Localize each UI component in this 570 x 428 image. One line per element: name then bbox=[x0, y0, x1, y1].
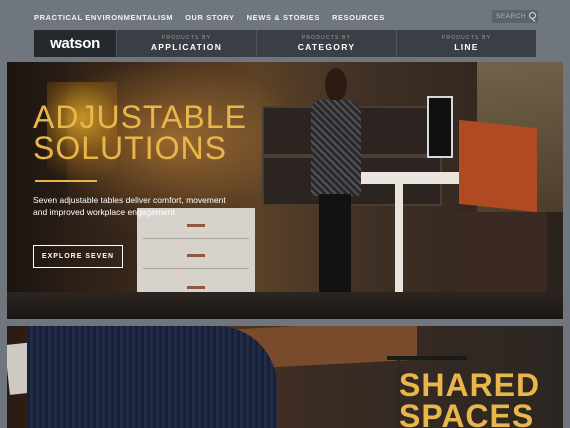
nav-label: LINE bbox=[454, 41, 479, 52]
search-icon[interactable] bbox=[528, 12, 536, 21]
nav-prefix: PRODUCTS BY bbox=[441, 34, 492, 41]
nav-link-resources[interactable]: RESOURCES bbox=[332, 13, 385, 22]
nav-products-by-line[interactable]: PRODUCTS BY LINE bbox=[396, 30, 536, 57]
search-box bbox=[492, 10, 538, 23]
person-jacket bbox=[311, 100, 361, 196]
nav-label: CATEGORY bbox=[297, 41, 356, 52]
person-sweater-image bbox=[27, 326, 277, 428]
nav-label: APPLICATION bbox=[150, 41, 223, 52]
drawer-handle bbox=[187, 254, 205, 257]
nav-prefix: PRODUCTS BY bbox=[161, 34, 212, 41]
hero-banner: ADJUSTABLE SOLUTIONS Seven adjustable ta… bbox=[7, 62, 563, 319]
person-head bbox=[325, 68, 347, 102]
floor-image bbox=[7, 292, 563, 319]
main-nav: watson PRODUCTS BY APPLICATION PRODUCTS … bbox=[34, 30, 536, 57]
shared-spaces-title-line2: SPACES bbox=[399, 398, 535, 428]
nav-products-by-application[interactable]: PRODUCTS BY APPLICATION bbox=[116, 30, 256, 57]
drawer-line bbox=[143, 268, 249, 269]
nav-link-practical-environmentalism[interactable]: PRACTICAL ENVIRONMENTALISM bbox=[34, 13, 173, 22]
nav-link-news-stories[interactable]: NEWS & STORIES bbox=[247, 13, 320, 22]
drawer-line bbox=[143, 238, 249, 239]
hero-title-line2: SOLUTIONS bbox=[33, 130, 227, 166]
watson-logo[interactable]: watson bbox=[34, 30, 116, 57]
nav-link-our-story[interactable]: OUR STORY bbox=[185, 13, 235, 22]
search-input[interactable] bbox=[496, 11, 528, 22]
privacy-screen-image bbox=[459, 119, 537, 213]
drawer-handle bbox=[187, 224, 205, 227]
shared-spaces-banner[interactable]: SHARED SPACES bbox=[7, 326, 563, 428]
utility-nav: PRACTICAL ENVIRONMENTALISM OUR STORY NEW… bbox=[34, 10, 385, 24]
page-frame: PRACTICAL ENVIRONMENTALISM OUR STORY NEW… bbox=[0, 0, 570, 428]
hero-description: Seven adjustable tables deliver comfort,… bbox=[33, 195, 226, 217]
nav-prefix: PRODUCTS BY bbox=[301, 34, 352, 41]
drawer-handle bbox=[187, 286, 205, 289]
shared-spaces-title: SHARED SPACES bbox=[399, 369, 540, 428]
monitor-image bbox=[427, 96, 453, 158]
person-image bbox=[307, 68, 363, 318]
explore-seven-button[interactable]: EXPLORE SEVEN bbox=[33, 245, 123, 268]
hero-divider bbox=[35, 180, 97, 182]
hero-title: ADJUSTABLE SOLUTIONS bbox=[33, 101, 247, 166]
nav-products-by-category[interactable]: PRODUCTS BY CATEGORY bbox=[256, 30, 396, 57]
